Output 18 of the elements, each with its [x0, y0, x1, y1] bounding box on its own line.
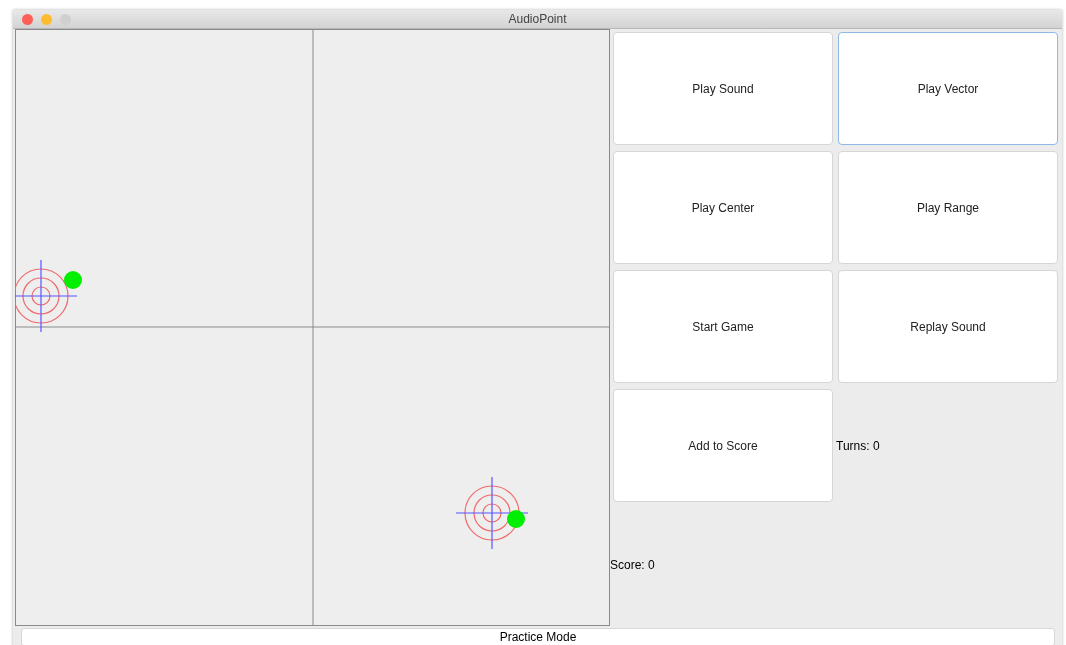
action-button[interactable]: Play Vector — [838, 32, 1058, 145]
turns-label: Turns: 0 — [836, 438, 880, 453]
mode-button[interactable]: Practice Mode — [21, 628, 1055, 645]
crosshair-target-icon — [455, 476, 529, 550]
pointer-dot-icon — [64, 271, 82, 289]
action-button[interactable]: Start Game — [613, 270, 833, 383]
action-button[interactable]: Play Center — [613, 151, 833, 264]
pointer-dot-icon — [507, 510, 525, 528]
action-button[interactable]: Play Range — [838, 151, 1058, 264]
score-label: Score: 0 — [610, 558, 656, 572]
minimize-icon[interactable] — [41, 13, 52, 25]
crosshair-target-icon — [15, 259, 78, 333]
action-button[interactable]: Replay Sound — [838, 270, 1058, 383]
action-button[interactable]: Play Sound — [613, 32, 833, 145]
action-button[interactable]: Add to Score — [613, 389, 833, 502]
plot-canvas[interactable] — [15, 29, 610, 626]
close-icon[interactable] — [22, 13, 33, 25]
window-title: AudioPoint — [508, 12, 567, 26]
